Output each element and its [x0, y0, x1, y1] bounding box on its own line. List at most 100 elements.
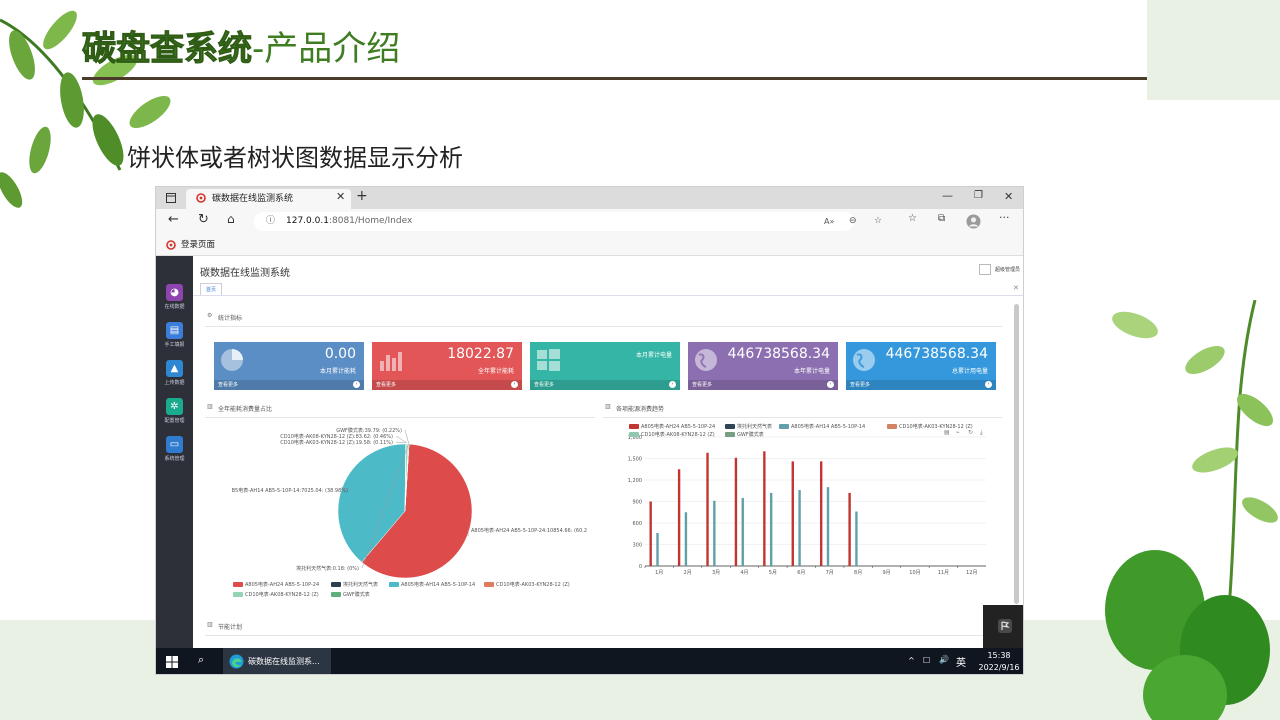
- new-tab-icon[interactable]: +: [356, 188, 368, 204]
- user-avatar[interactable]: [979, 264, 991, 275]
- sidebar-item-label: 手工填报: [164, 342, 185, 348]
- legend-label[interactable]: CD10电表-AK03-KYN28-12 (Z): [899, 423, 973, 430]
- ime-indicator[interactable]: 英: [956, 654, 966, 669]
- bar[interactable]: [684, 512, 688, 566]
- profile-avatar-icon[interactable]: [966, 214, 981, 229]
- sidebar-item-manual-entry[interactable]: ▤ 手工填报: [156, 322, 193, 348]
- legend-label[interactable]: GWF膜式表: [343, 591, 370, 598]
- bar[interactable]: [656, 533, 659, 566]
- bar[interactable]: [848, 492, 851, 566]
- tab-home[interactable]: 首页: [200, 283, 222, 295]
- search-icon[interactable]: ⌕: [198, 653, 204, 667]
- zoom-icon[interactable]: ⊖: [849, 212, 857, 231]
- bar[interactable]: [713, 500, 716, 566]
- chart-section-icon: ▥: [207, 403, 213, 410]
- x-tick-label: 4月: [740, 570, 748, 576]
- taskbar-clock[interactable]: 15:38 2022/9/16: [976, 650, 1022, 674]
- legend-label[interactable]: CD10电表-AK03-KYN28-12 (Z): [496, 581, 570, 588]
- sidebar-item-config[interactable]: ✲ 配置管理: [156, 398, 193, 424]
- address-bar[interactable]: ⓘ 127.0.0.1:8081/Home/Index A» ⊖ ☆: [254, 212, 882, 231]
- taskbar-app-button[interactable]: 碳数据在线监测系...: [223, 648, 331, 674]
- volume-icon[interactable]: 🔊: [939, 655, 949, 664]
- stat-more-link[interactable]: 查看更多 ›: [214, 380, 364, 390]
- network-icon[interactable]: ☐: [923, 656, 930, 665]
- pie-slice-label: GWF膜式表:39.79: (0.22%): [336, 427, 402, 434]
- arrow-right-icon: ›: [827, 381, 834, 388]
- image-icon: ▲: [166, 360, 183, 377]
- sidebar-item-system[interactable]: ▭ 系统管理: [156, 436, 193, 462]
- home-icon[interactable]: ⌂: [227, 212, 235, 226]
- tab-actions-icon[interactable]: [166, 193, 176, 203]
- pie-slice-label: 埃托利天然气表:0.18: (0%): [296, 565, 359, 572]
- content-scrollbar[interactable]: [1014, 304, 1019, 604]
- bar[interactable]: [769, 492, 773, 566]
- legend-label[interactable]: A805电表-AH24 AB5-5-10P-24: [641, 423, 715, 430]
- stat-card-monthly-power[interactable]: 本月累计电量 查看更多 ›: [530, 342, 680, 390]
- favorites-icon[interactable]: ☆: [908, 213, 917, 224]
- bar[interactable]: [791, 461, 794, 566]
- bar-chart-icon: [380, 352, 402, 371]
- restore-icon[interactable]: ↻: [968, 429, 973, 436]
- windows-start-icon[interactable]: [166, 656, 178, 668]
- bar[interactable]: [798, 490, 801, 566]
- tab-close-icon[interactable]: ✕: [336, 190, 345, 203]
- sidebar-item-online-data[interactable]: ◕ 在线数据: [156, 284, 193, 310]
- app-title: 碳数据在线监测系统: [200, 268, 290, 279]
- stat-card-yearly-energy[interactable]: 18022.87 全年累计能耗 查看更多 ›: [372, 342, 522, 390]
- bar[interactable]: [677, 469, 681, 566]
- bar[interactable]: [763, 451, 766, 566]
- read-aloud-icon[interactable]: A»: [824, 212, 834, 231]
- address-toolbar: ← ↻ ⌂ ⓘ 127.0.0.1:8081/Home/Index A» ⊖ ☆…: [156, 209, 1023, 234]
- bar[interactable]: [649, 501, 652, 567]
- bar[interactable]: [826, 487, 830, 566]
- flag-icon: [998, 619, 1012, 633]
- legend-label[interactable]: 埃托利天然气表: [343, 581, 378, 588]
- line-switch-icon[interactable]: ⌁: [956, 429, 960, 436]
- legend-label[interactable]: A805电表-AH14 AB5-5-10P-14: [401, 581, 475, 588]
- x-tick-label: 5月: [769, 570, 777, 576]
- stat-card-total-power[interactable]: 446738568.34 总累计用电量 查看更多 ›: [846, 342, 996, 390]
- collections-icon[interactable]: ⧉: [938, 213, 945, 224]
- stat-more-link[interactable]: 查看更多 ›: [372, 380, 522, 390]
- tray-chevron-icon[interactable]: ^: [908, 656, 915, 665]
- legend-swatch: [389, 582, 399, 587]
- sidebar-item-upload-data[interactable]: ▲ 上传数据: [156, 360, 193, 386]
- legend-label[interactable]: A805电表-AH24 AB5-5-10P-24: [245, 581, 319, 588]
- data-view-icon[interactable]: ▤: [944, 429, 950, 436]
- bar[interactable]: [734, 457, 738, 566]
- bar[interactable]: [706, 452, 709, 566]
- legend-label[interactable]: CD10电表-AK08-KYN28-12 (Z): [641, 431, 715, 438]
- favorite-login-link[interactable]: 登录页面: [181, 234, 215, 256]
- favorite-star-icon[interactable]: ☆: [874, 212, 882, 231]
- close-tabs-icon[interactable]: ✕: [1013, 284, 1019, 292]
- stat-more-link[interactable]: 查看更多 ›: [846, 380, 996, 390]
- bar[interactable]: [855, 511, 858, 566]
- clock-time: 15:38: [987, 651, 1011, 660]
- slide-title-strong: 碳盘查系统: [82, 29, 253, 70]
- legend-label[interactable]: 埃托利天然气表: [737, 423, 772, 430]
- more-menu-icon[interactable]: ···: [999, 211, 1010, 224]
- bar-chart[interactable]: 03006009001,2001,5001,8001月 2月 3月 4月 5月 6月 7月 8…: [603, 418, 1003, 610]
- user-role[interactable]: 超级管理员: [995, 266, 1020, 273]
- stat-card-monthly-energy[interactable]: 0.00 本月累计能耗 查看更多 ›: [214, 342, 364, 390]
- pie-chart[interactable]: A805电表-AH24 AB5-5-10P-24:10854.66: (60.2…: [205, 418, 603, 610]
- pie-label-line: [404, 429, 409, 444]
- legend-label[interactable]: CD10电表-AK08-KYN28-12 (Z): [245, 591, 319, 598]
- legend-label[interactable]: GWF膜式表: [737, 431, 764, 438]
- download-icon[interactable]: ⤓: [980, 429, 983, 437]
- bar[interactable]: [819, 461, 823, 566]
- stat-card-yearly-power[interactable]: 446738568.34 本年累计电量 查看更多 ›: [688, 342, 838, 390]
- bar[interactable]: [741, 497, 744, 566]
- x-tick-label: 12月: [966, 570, 977, 576]
- stat-label: 总累计用电量: [951, 368, 988, 375]
- maximize-icon[interactable]: ❐: [974, 190, 983, 201]
- minimize-icon[interactable]: —: [942, 189, 953, 202]
- legend-label[interactable]: A805电表-AH14 AB5-5-10P-14: [791, 423, 865, 430]
- browser-tab[interactable]: 碳数据在线监测系统: [186, 189, 351, 209]
- stat-more-link[interactable]: 查看更多 ›: [530, 380, 680, 390]
- back-icon[interactable]: ←: [168, 212, 179, 227]
- window-close-icon[interactable]: ✕: [1004, 190, 1013, 203]
- stat-more-link[interactable]: 查看更多 ›: [688, 380, 838, 390]
- y-tick-label: 1,200: [628, 478, 642, 484]
- refresh-icon[interactable]: ↻: [198, 212, 209, 227]
